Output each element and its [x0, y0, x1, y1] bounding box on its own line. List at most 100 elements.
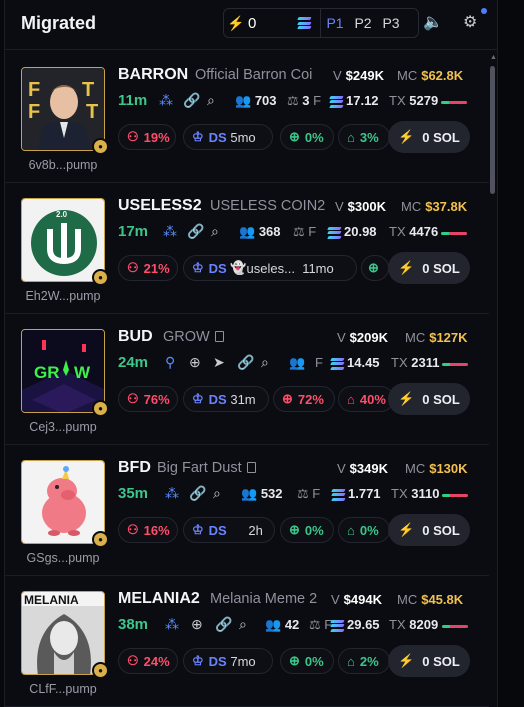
scroll-up-arrow[interactable]: ▲ — [490, 54, 497, 61]
insiders-pill[interactable]: ⌂ 3% — [338, 124, 390, 150]
insiders-pill[interactable]: ⌂ 0% — [338, 517, 390, 543]
token-avatar[interactable]: 2.0 — [21, 198, 105, 282]
token-name: Melania Meme 2 — [210, 591, 318, 607]
quick-buy-button[interactable]: ⚡ 0 SOL — [388, 252, 470, 284]
token-row[interactable]: MELANIA ● CLfF...pump MELANIA2 Melania M… — [5, 576, 489, 707]
token-avatar[interactable]: GR W — [21, 329, 105, 413]
token-ticker[interactable]: MELANIA2 — [118, 590, 200, 608]
preset-p2-button[interactable]: P2 — [349, 15, 377, 31]
holders-count: 👥 — [289, 355, 306, 370]
tx-stat: TX 8209 — [389, 617, 439, 632]
token-ticker[interactable]: USELESS2 — [118, 197, 202, 215]
scrollbar-thumb[interactable] — [490, 66, 495, 194]
link-icon[interactable]: 🔗 — [215, 616, 232, 633]
quick-buy-amount-input[interactable]: 0 — [248, 15, 292, 32]
token-row[interactable]: ● GSgs...pump BFD Big Fart Dust V $349K M… — [5, 445, 489, 576]
snipers-pill[interactable]: ⊕ 0% — [280, 517, 334, 543]
preset-p3-button[interactable]: P3 — [377, 15, 405, 31]
token-row[interactable]: GR W ● Cej3...pump BUD GROW V $209K MC $12… — [5, 314, 489, 445]
quick-buy-button[interactable]: ⚡ 0 SOL — [388, 383, 470, 415]
filter-settings-icon[interactable]: ⚙ — [463, 12, 477, 32]
sol-icon — [292, 17, 320, 29]
token-avatar[interactable]: MELANIA — [21, 591, 105, 675]
search-icon[interactable]: ⌕ — [211, 223, 219, 240]
useless-logo-image: 2.0 — [22, 199, 104, 281]
sol-icon — [331, 488, 346, 501]
token-address[interactable]: CLfF...pump — [9, 682, 117, 696]
dev-pill[interactable]: ♔ DS 5mo — [183, 124, 273, 150]
token-row[interactable]: F F T T ● 6v8b...pump BARRON Official Ba… — [5, 52, 489, 183]
top10-holders-pill[interactable]: ⚇ 21% — [118, 255, 178, 281]
token-row[interactable]: 2.0 ● Eh2W...pump USELESS2 USELESS COIN2… — [5, 183, 489, 314]
dev-pill[interactable]: ♔ DS 2h — [183, 517, 275, 543]
dev-pill[interactable]: ♔ DS 7mo — [183, 648, 273, 674]
snipers-pill[interactable]: ⊕ 0% — [280, 124, 334, 150]
dev-pill[interactable]: ♔ DS 👻 useles... 11mo — [183, 255, 357, 281]
snipers-pill[interactable]: ⊕ 0% — [280, 648, 334, 674]
tx-stat: TX 3110 — [391, 486, 440, 501]
liquidity-stat: 29.65 — [330, 617, 380, 632]
user-icon[interactable]: ⚲ — [165, 354, 175, 371]
buy-sell-ratio-bar — [442, 494, 468, 497]
link-icon[interactable]: 🔗 — [187, 223, 204, 240]
quick-buy-button[interactable]: ⚡ 0 SOL — [388, 645, 470, 677]
search-icon[interactable]: ⌕ — [261, 354, 269, 371]
quick-buy-button[interactable]: ⚡ 0 SOL — [388, 121, 470, 153]
search-icon[interactable]: ⌕ — [213, 485, 221, 502]
search-icon[interactable]: ⌕ — [207, 92, 215, 109]
f-stat: F — [315, 355, 323, 370]
token-address[interactable]: GSgs...pump — [9, 551, 117, 565]
token-ticker[interactable]: BARRON — [118, 66, 188, 84]
user-star-icon: ⚇ — [127, 129, 139, 144]
search-icon[interactable]: ⌕ — [239, 616, 247, 633]
link-icon[interactable]: 🔗 — [189, 485, 206, 502]
insiders-pill[interactable]: ⌂ 40% — [338, 386, 394, 412]
token-address[interactable]: Eh2W...pump — [9, 289, 117, 303]
holders-icon[interactable]: ⁂ — [165, 616, 179, 633]
volume-stat: V $300K — [335, 199, 386, 214]
link-icon[interactable]: 🔗 — [183, 92, 200, 109]
snipers-pill[interactable]: ⊕ 72% — [273, 386, 335, 412]
grow-image: GR W — [22, 330, 104, 412]
holders-icon[interactable]: ⁂ — [165, 485, 179, 502]
user-star-icon: ⚇ — [127, 653, 139, 668]
sound-icon[interactable]: 🔈 — [423, 12, 443, 32]
holders-count: 👥 368 — [239, 224, 281, 239]
token-address[interactable]: 6v8b...pump — [9, 158, 117, 172]
copy-icon[interactable] — [214, 331, 224, 342]
snipers-pill[interactable]: ⊕ — [361, 255, 389, 281]
insiders-pill[interactable]: ⌂ 2% — [338, 648, 390, 674]
tx-stat: TX 5279 — [389, 93, 439, 108]
sol-icon — [327, 226, 342, 239]
dev-pill[interactable]: ♔ DS 31m — [183, 386, 269, 412]
pump-badge-icon: ● — [92, 662, 109, 679]
liquidity-stat: 1.771 — [331, 486, 381, 501]
crosshair-icon: ⊕ — [289, 653, 300, 668]
link-icon[interactable]: 🔗 — [237, 354, 254, 371]
migrated-panel: Migrated ⚡ 0 P1 P2 P3 🔈 ⚙ ▲ F F T T ● 6v… — [4, 0, 498, 707]
token-ticker[interactable]: BUD — [118, 328, 153, 346]
token-avatar[interactable] — [21, 460, 105, 544]
copy-icon[interactable] — [246, 462, 256, 473]
token-ticker[interactable]: BFD — [118, 459, 151, 477]
token-avatar[interactable]: F F T T — [21, 67, 105, 151]
liquidity-stat: 17.12 — [329, 93, 379, 108]
top10-holders-pill[interactable]: ⚇ 19% — [118, 124, 176, 150]
quick-buy-control: ⚡ 0 P1 P2 P3 — [223, 8, 419, 38]
globe-icon[interactable]: ⊕ — [189, 354, 201, 371]
telegram-icon[interactable]: ➤ — [213, 354, 225, 371]
crosshair-icon: ⊕ — [289, 129, 300, 144]
holders-icon[interactable]: ⁂ — [163, 223, 177, 240]
barron-image: F F T T — [22, 68, 104, 150]
holders-count: 👥 703 — [235, 93, 277, 108]
top10-holders-pill[interactable]: ⚇ 76% — [118, 386, 178, 412]
top10-holders-pill[interactable]: ⚇ 16% — [118, 517, 178, 543]
holders-icon[interactable]: ⁂ — [159, 92, 173, 109]
buy-sell-ratio-bar — [442, 625, 468, 628]
lightning-icon: ⚡ — [398, 260, 415, 275]
token-address[interactable]: Cej3...pump — [9, 420, 117, 434]
quick-buy-button[interactable]: ⚡ 0 SOL — [388, 514, 470, 546]
preset-p1-button[interactable]: P1 — [321, 15, 349, 31]
globe-icon[interactable]: ⊕ — [191, 616, 203, 633]
top10-holders-pill[interactable]: ⚇ 24% — [118, 648, 178, 674]
